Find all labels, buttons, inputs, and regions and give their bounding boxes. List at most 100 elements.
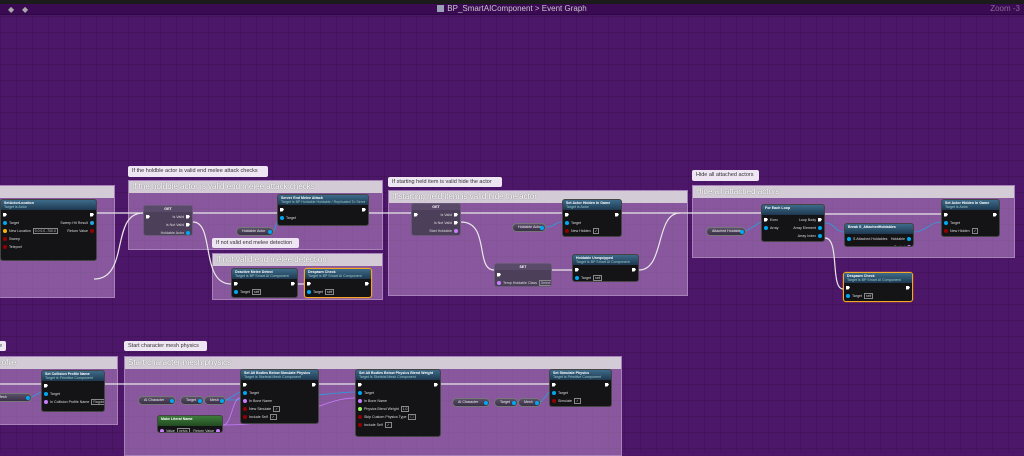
pin[interactable]: Sweep — [3, 236, 58, 241]
variable-node[interactable]: Target — [180, 396, 204, 405]
exec-pin-icon[interactable] — [632, 267, 636, 272]
variable-node[interactable]: Holdable Actor — [236, 227, 274, 236]
bool-pin-icon[interactable] — [3, 244, 7, 249]
pin[interactable]: New Hidden ✓ — [944, 227, 979, 234]
object-pin-icon[interactable] — [243, 390, 247, 395]
object-pin-icon[interactable] — [198, 399, 202, 403]
pin[interactable] — [362, 207, 366, 212]
pin[interactable]: Target — [944, 220, 978, 225]
pin[interactable]: New Location 0.0 0.0 -700.0 — [3, 227, 58, 234]
pin[interactable] — [243, 382, 280, 387]
exec-pin-icon[interactable] — [362, 207, 366, 212]
blueprint-node[interactable]: GET Is Valid Is Not Valid Holdable Actor — [143, 205, 193, 236]
pin[interactable] — [146, 214, 150, 219]
exec-pin-icon[interactable] — [818, 217, 822, 222]
pin[interactable] — [575, 267, 602, 272]
exec-pin-icon[interactable] — [944, 212, 948, 217]
blueprint-node[interactable]: Set All Bodies Below Simulate Physics Tar… — [240, 369, 319, 424]
variable-node[interactable]: Target — [494, 398, 518, 407]
pin[interactable]: Loop Body — [799, 217, 822, 222]
bool-pin-icon[interactable] — [565, 228, 569, 233]
pin[interactable]: Array Index — [798, 233, 822, 238]
exec-pin-icon[interactable] — [615, 212, 619, 217]
exec-pin-icon[interactable] — [497, 272, 501, 277]
pin-default-value[interactable]: ✓ — [269, 413, 277, 420]
pin-default-value[interactable]: ✓ — [384, 421, 392, 428]
object-pin-icon[interactable] — [186, 230, 190, 235]
pin[interactable]: Simulate ✓ — [552, 397, 581, 404]
exec-pin-icon[interactable] — [454, 220, 458, 225]
pin[interactable]: Completed — [799, 241, 822, 242]
object-pin-icon[interactable] — [234, 289, 238, 294]
object-pin-icon[interactable] — [358, 390, 362, 395]
blueprint-node[interactable]: Despawn Check Target is BP Smart AI Compo… — [843, 272, 913, 302]
blueprint-node[interactable]: SET Temp Holdable ClassSelect Class — [494, 263, 552, 287]
blueprint-node[interactable]: For Each Loop Exec Array Loop Body Array Ele… — [761, 204, 825, 242]
variable-node[interactable]: Holdable Actor — [512, 223, 546, 232]
pin[interactable] — [993, 212, 997, 217]
exec-pin-icon[interactable] — [906, 285, 910, 290]
pin-default-value[interactable]: ✓ — [273, 405, 281, 412]
object-pin-icon[interactable] — [268, 230, 272, 234]
pin[interactable]: Target self — [846, 292, 874, 299]
pin[interactable]: Is Not Valid — [434, 220, 458, 225]
pin[interactable] — [497, 272, 551, 277]
name-pin-icon[interactable] — [497, 280, 501, 285]
struct-pin-icon[interactable] — [90, 220, 94, 225]
pin[interactable]: Return Value — [67, 228, 94, 233]
name-pin-icon[interactable] — [243, 398, 247, 403]
blueprint-node[interactable]: Despawn Check Target is BP Smart AI Compo… — [304, 268, 372, 298]
exec-pin-icon[interactable] — [90, 212, 94, 217]
pin[interactable] — [280, 207, 296, 212]
pin[interactable]: New Simulate ✓ — [243, 405, 281, 412]
exec-pin-icon[interactable] — [307, 281, 311, 286]
name-pin-icon[interactable] — [216, 428, 220, 432]
pin[interactable] — [565, 212, 599, 217]
pin[interactable]: New Hidden ✓ — [565, 227, 600, 234]
pin[interactable] — [434, 382, 438, 387]
exec-pin-icon[interactable] — [234, 281, 238, 286]
pin[interactable]: Is Not Valid — [166, 222, 190, 227]
pin[interactable]: Array — [764, 225, 779, 230]
pin-default-value[interactable]: ☐ — [408, 413, 416, 420]
exec-pin-icon[interactable] — [414, 212, 418, 217]
bool-pin-icon[interactable] — [3, 236, 7, 241]
pin-default-value[interactable]: Select Class — [538, 279, 551, 286]
pin[interactable]: Teleport — [3, 244, 58, 249]
exec-pin-icon[interactable] — [291, 281, 295, 286]
exec-pin-icon[interactable] — [44, 383, 48, 388]
object-pin-icon[interactable] — [846, 293, 850, 298]
pin[interactable] — [44, 383, 104, 388]
pin[interactable] — [3, 212, 58, 217]
pin[interactable] — [291, 281, 295, 286]
exec-pin-icon[interactable] — [365, 281, 369, 286]
pin-default-value[interactable]: self — [252, 288, 262, 295]
blueprint-node[interactable]: SetActorLocation Target is Actor Target New… — [0, 199, 97, 261]
object-pin-icon[interactable] — [307, 289, 311, 294]
pin-default-value[interactable]: self — [864, 292, 874, 299]
pin[interactable] — [90, 212, 94, 217]
pin[interactable]: Holdable Actor — [161, 230, 190, 235]
exec-pin-icon[interactable] — [454, 212, 458, 217]
exec-pin-icon[interactable] — [565, 212, 569, 217]
pin-default-value[interactable]: Ragdoll — [91, 398, 104, 405]
pin[interactable]: Value pelvis — [160, 427, 190, 432]
pin[interactable]: Target — [280, 215, 296, 220]
pin[interactable]: Target — [44, 391, 104, 396]
object-pin-icon[interactable] — [847, 236, 851, 241]
exec-pin-icon[interactable] — [764, 217, 768, 222]
object-pin-icon[interactable] — [740, 230, 744, 234]
exec-pin-icon[interactable] — [3, 212, 7, 217]
object-pin-icon[interactable] — [818, 225, 822, 230]
pin[interactable] — [615, 212, 619, 217]
pin[interactable]: Holdable — [891, 236, 911, 241]
pin[interactable]: Target — [358, 390, 416, 395]
bool-pin-icon[interactable] — [552, 398, 556, 403]
pin[interactable]: Start Holdable — [429, 228, 458, 233]
pin[interactable]: Is Valid — [172, 214, 190, 219]
exec-pin-icon[interactable] — [186, 222, 190, 227]
bool-pin-icon[interactable] — [944, 228, 948, 233]
object-pin-icon[interactable] — [280, 215, 284, 220]
exec-pin-icon[interactable] — [818, 242, 822, 243]
pin-default-value[interactable]: ✓ — [971, 227, 979, 234]
